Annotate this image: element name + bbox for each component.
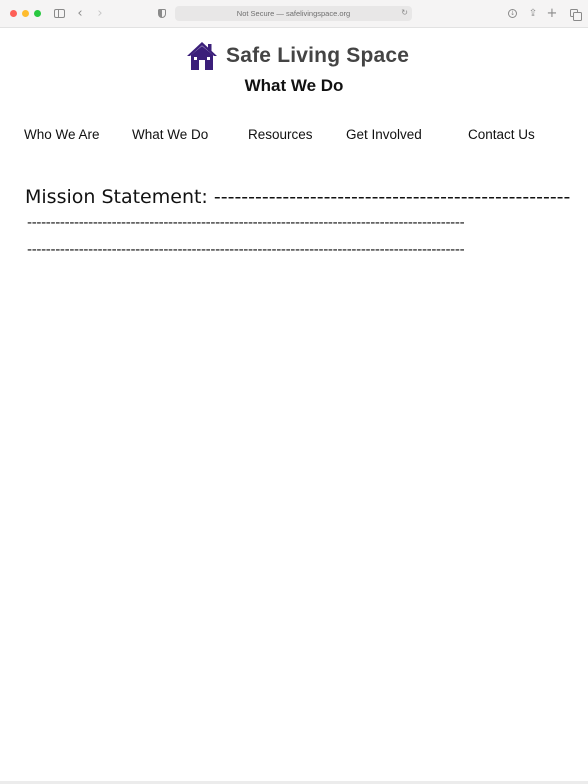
reload-icon[interactable]: ↻ [401, 8, 408, 17]
tab-overview-icon[interactable] [568, 6, 582, 21]
downloads-icon[interactable]: ↓ [507, 6, 518, 20]
address-text: Not Secure — safelivingspace.org [236, 9, 351, 18]
close-window-button[interactable] [10, 10, 17, 17]
nav-item-who-we-are[interactable]: Who We Are [24, 127, 100, 142]
address-bar[interactable]: Not Secure — safelivingspace.org ↻ [175, 6, 412, 21]
nav-item-contact-us[interactable]: Contact Us [468, 127, 535, 142]
mission-statement-line: Mission Statement: ---------------------… [25, 186, 570, 208]
back-arrow-icon[interactable]: ‹ [75, 6, 85, 21]
privacy-shield-icon[interactable] [157, 6, 167, 20]
main-navigation: Who We Are What We Do Resources Get Invo… [0, 127, 588, 145]
share-icon[interactable]: ⇪ [528, 6, 538, 20]
mission-statement: Mission Statement: ---------------------… [25, 185, 570, 264]
house-icon [187, 42, 217, 70]
nav-item-what-we-do[interactable]: What We Do [132, 127, 208, 142]
nav-item-get-involved[interactable]: Get Involved [346, 127, 422, 142]
new-tab-icon[interactable]: + [547, 6, 558, 21]
mission-statement-line: ----------------------------------------… [27, 242, 465, 258]
mission-statement-line: ----------------------------------------… [27, 215, 465, 231]
minimize-window-button[interactable] [22, 10, 29, 17]
site-logo[interactable]: Safe Living Space [186, 40, 409, 72]
nav-item-resources[interactable]: Resources [248, 127, 313, 142]
forward-arrow-icon[interactable]: › [95, 6, 105, 21]
zoom-window-button[interactable] [34, 10, 41, 17]
page-title: What We Do [244, 76, 344, 95]
browser-toolbar: ‹ › Not Secure — safelivingspace.org ↻ ↓… [0, 0, 588, 28]
site-title: Safe Living Space [226, 44, 410, 67]
sidebar-toggle-icon[interactable] [53, 6, 65, 20]
